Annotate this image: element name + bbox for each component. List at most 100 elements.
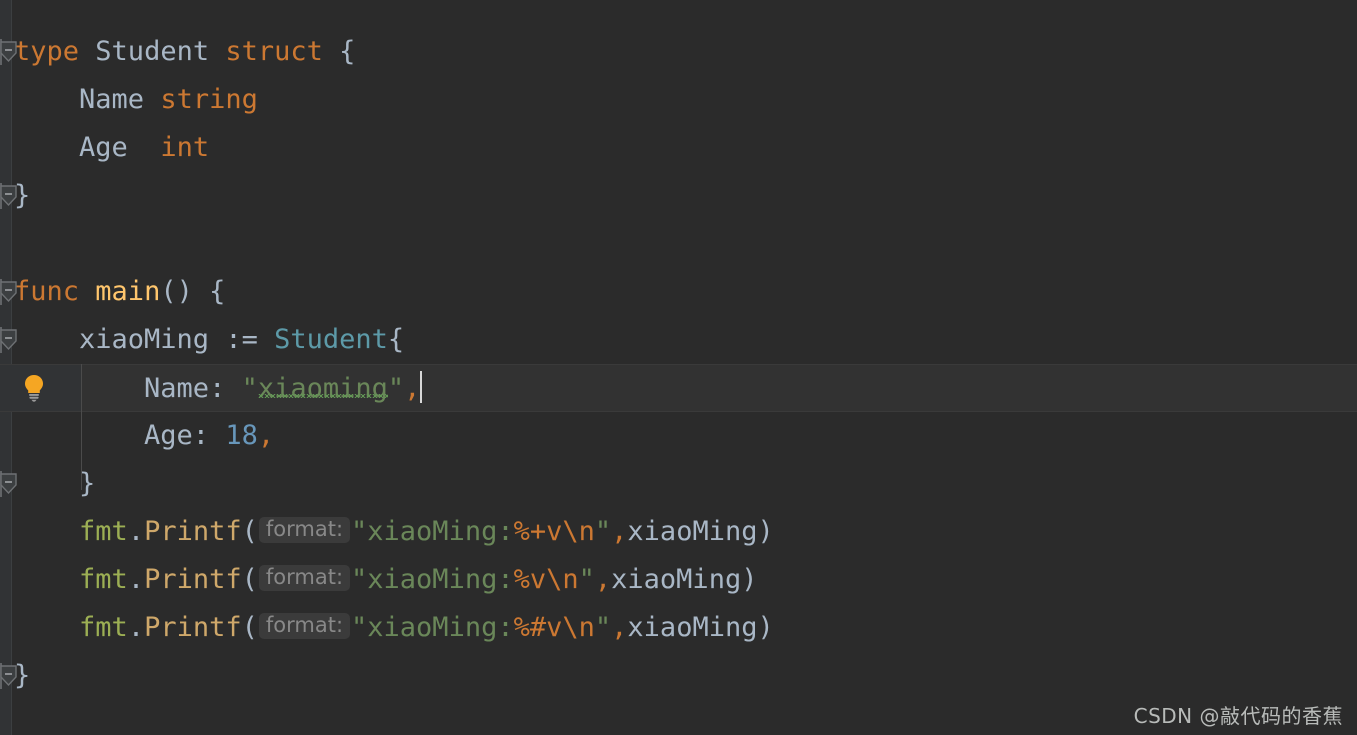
token-brace: . bbox=[127, 612, 145, 643]
token-op: , bbox=[611, 612, 628, 643]
token-esc: \n bbox=[562, 516, 595, 547]
token-mth: Printf bbox=[144, 516, 242, 547]
token-fn: main bbox=[95, 276, 161, 307]
fold-collapse-icon[interactable] bbox=[0, 39, 22, 65]
token-def: Age bbox=[14, 132, 161, 163]
token-pkg: fmt bbox=[79, 564, 128, 595]
code-line[interactable]: } bbox=[0, 652, 1357, 700]
code-line[interactable]: Name: "xiaoming", bbox=[0, 364, 1357, 412]
token-brace: ( bbox=[241, 564, 258, 595]
code-text: Name string bbox=[14, 76, 258, 124]
token-str: " bbox=[578, 564, 595, 595]
token-kw: struct bbox=[225, 36, 323, 67]
token-str: "xiaoMing: bbox=[351, 564, 514, 595]
code-text: Age int bbox=[14, 124, 209, 172]
token-def: Age: bbox=[14, 420, 226, 451]
fold-collapse-icon[interactable] bbox=[0, 663, 22, 689]
code-line[interactable]: xiaoMing := Student{ bbox=[0, 316, 1357, 364]
token-esc: \n bbox=[546, 564, 579, 595]
token-inlay[interactable]: format: bbox=[258, 565, 351, 591]
token-punc bbox=[14, 612, 79, 643]
token-str: " bbox=[594, 516, 612, 547]
token-brace: ) bbox=[757, 612, 774, 643]
token-def: xiaoMing bbox=[627, 516, 758, 547]
token-kw: type bbox=[14, 36, 80, 67]
code-line[interactable]: Name string bbox=[0, 76, 1357, 124]
code-text: fmt.Printf(format: "xiaoMing:%#v\n",xiaoM… bbox=[14, 604, 774, 652]
token-kw: int bbox=[160, 132, 210, 163]
token-str: "xiaoMing: bbox=[351, 612, 514, 643]
fold-collapse-icon[interactable] bbox=[0, 327, 22, 353]
code-line[interactable] bbox=[0, 220, 1357, 268]
token-brace: . bbox=[127, 564, 145, 595]
token-op: , bbox=[257, 420, 275, 451]
token-def: Name: bbox=[14, 373, 242, 404]
code-text: type Student struct { bbox=[14, 28, 355, 76]
token-brace: ) bbox=[757, 516, 774, 547]
token-brace: ( bbox=[241, 612, 258, 643]
token-punc bbox=[79, 276, 95, 307]
code-text: Name: "xiaoming", bbox=[14, 365, 423, 413]
fold-collapse-icon[interactable] bbox=[0, 279, 22, 305]
token-brace: ) bbox=[741, 564, 758, 595]
text-caret bbox=[420, 371, 423, 403]
fold-collapse-icon[interactable] bbox=[0, 471, 22, 497]
token-mth: Printf bbox=[144, 564, 242, 595]
token-punc bbox=[14, 564, 79, 595]
code-line[interactable]: fmt.Printf(format: "xiaoMing:%#v\n",xiaoM… bbox=[0, 604, 1357, 652]
token-num: 18 bbox=[225, 420, 258, 451]
token-esc: %+v bbox=[513, 516, 563, 547]
token-cls: Student bbox=[274, 324, 388, 355]
code-line[interactable]: fmt.Printf(format: "xiaoMing:%v\n",xiaoMi… bbox=[0, 556, 1357, 604]
token-punc bbox=[323, 36, 339, 67]
token-esc: \n bbox=[562, 612, 595, 643]
code-line[interactable]: } bbox=[0, 460, 1357, 508]
token-str: " bbox=[594, 612, 612, 643]
code-line[interactable]: type Student struct { bbox=[0, 28, 1357, 76]
token-def: Student bbox=[95, 36, 210, 67]
watermark: CSDN @敲代码的香蕉 bbox=[1133, 704, 1343, 728]
token-def: xiaoMing bbox=[611, 564, 742, 595]
token-op: , bbox=[404, 373, 421, 404]
token-pkg: fmt bbox=[79, 612, 128, 643]
token-str: "xiaoMing: bbox=[351, 516, 514, 547]
token-punc bbox=[79, 36, 95, 67]
token-inlay[interactable]: format: bbox=[258, 517, 351, 543]
token-brace: { bbox=[339, 36, 356, 67]
token-kw: string bbox=[160, 84, 258, 115]
token-kw: func bbox=[14, 276, 80, 307]
code-line[interactable]: } bbox=[0, 172, 1357, 220]
code-text: fmt.Printf(format: "xiaoMing:%+v\n",xiaoM… bbox=[14, 508, 774, 556]
token-inlay[interactable]: format: bbox=[258, 613, 351, 639]
token-brace: () { bbox=[160, 276, 226, 307]
token-def: xiaoMing bbox=[14, 324, 226, 355]
lightbulb-icon[interactable] bbox=[21, 373, 47, 407]
code-line[interactable]: Age int bbox=[0, 124, 1357, 172]
token-op: , bbox=[594, 564, 612, 595]
token-brace: := bbox=[225, 324, 275, 355]
token-def: xiaoMing bbox=[627, 612, 758, 643]
token-str: " bbox=[387, 373, 405, 404]
code-text: fmt.Printf(format: "xiaoMing:%v\n",xiaoMi… bbox=[14, 556, 757, 604]
token-brace: } bbox=[14, 468, 96, 499]
token-str: " bbox=[241, 373, 258, 404]
token-brace: ( bbox=[241, 516, 258, 547]
code-editor[interactable]: type Student struct { Name string Age in… bbox=[0, 0, 1357, 735]
token-esc: %v bbox=[513, 564, 547, 595]
fold-collapse-icon[interactable] bbox=[0, 183, 22, 209]
code-line[interactable]: Age: 18, bbox=[0, 412, 1357, 460]
token-typo: xiaoming bbox=[257, 373, 388, 404]
code-line[interactable]: func main() { bbox=[0, 268, 1357, 316]
code-text: Age: 18, bbox=[14, 412, 274, 460]
token-punc bbox=[14, 516, 79, 547]
token-mth: Printf bbox=[144, 612, 242, 643]
token-pkg: fmt bbox=[79, 516, 128, 547]
token-esc: %#v bbox=[513, 612, 563, 643]
code-text: xiaoMing := Student{ bbox=[14, 316, 404, 364]
code-text: func main() { bbox=[14, 268, 225, 316]
code-line[interactable]: fmt.Printf(format: "xiaoMing:%+v\n",xiaoM… bbox=[0, 508, 1357, 556]
indent-guide bbox=[81, 364, 82, 490]
token-op: , bbox=[611, 516, 628, 547]
token-brace: { bbox=[387, 324, 405, 355]
token-def: Name bbox=[14, 84, 161, 115]
